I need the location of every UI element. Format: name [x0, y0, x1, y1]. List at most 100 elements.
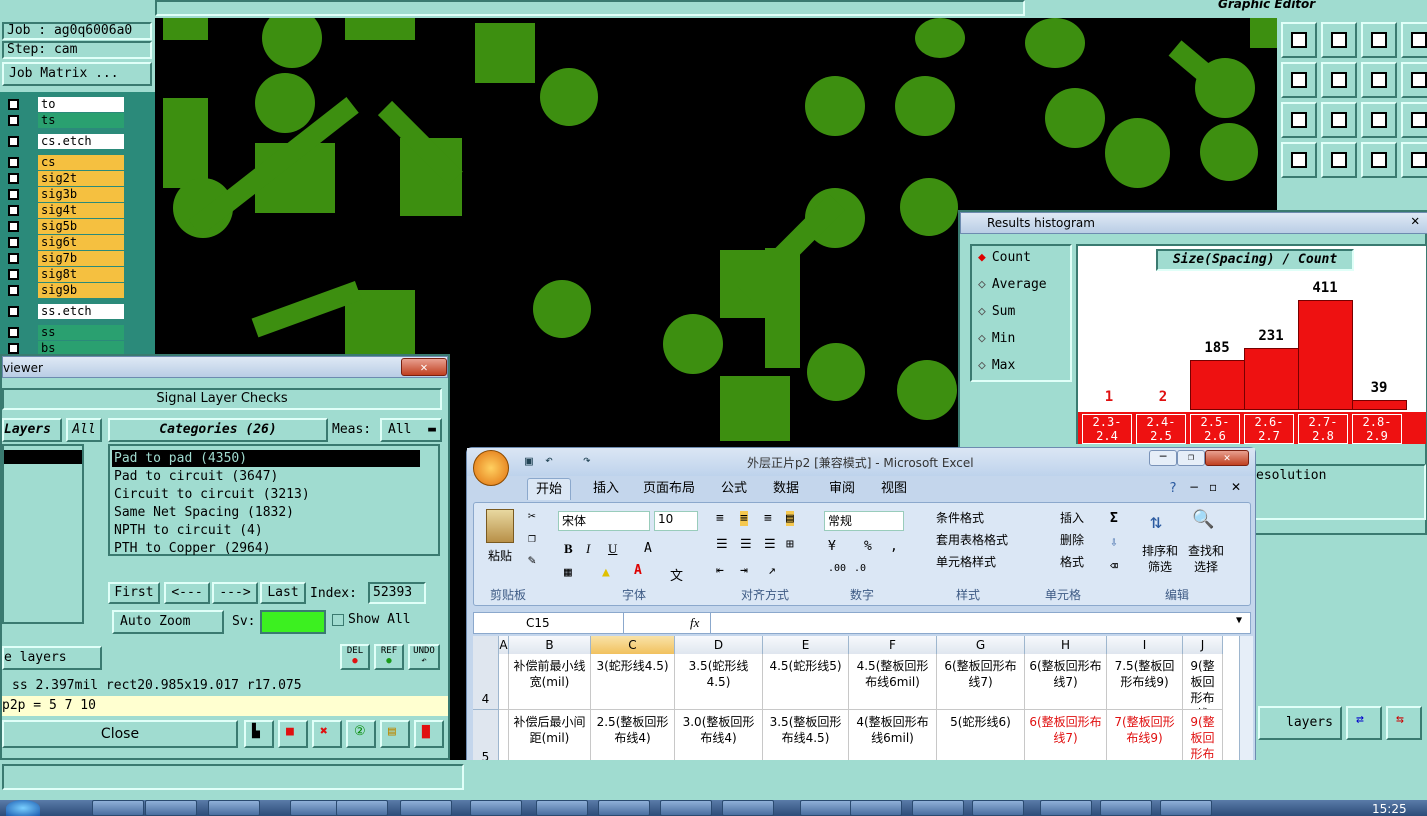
tab-5[interactable]: 审阅	[821, 478, 863, 500]
category-item[interactable]: PTH to Copper (2964)	[112, 540, 420, 557]
taskbar-app-icon[interactable]	[92, 800, 144, 816]
taskbar-app-icon[interactable]	[598, 800, 650, 816]
scale-button[interactable]	[1361, 102, 1397, 138]
swap-icon-1[interactable]: ⇄	[1346, 706, 1382, 740]
indent-decrease-icon[interactable]: ⇤	[716, 563, 724, 578]
undo-icon[interactable]: ↶	[545, 453, 553, 468]
layer-row-cs[interactable]: cs	[4, 155, 124, 170]
font-name-select[interactable]: 宋体	[558, 511, 650, 531]
taskbar-app-icon[interactable]	[470, 800, 522, 816]
chart-icon-4[interactable]: ②	[346, 720, 376, 748]
table-cell[interactable]	[499, 654, 509, 710]
layer-row-sig2t[interactable]: sig2t	[4, 171, 124, 186]
undo-button[interactable]: UNDO ↶	[408, 644, 440, 670]
sort-filter-icon[interactable]: ⇅	[1150, 509, 1162, 533]
layer-checkbox[interactable]	[8, 327, 19, 338]
taskbar-app-icon[interactable]	[536, 800, 588, 816]
layer-checkbox[interactable]	[8, 189, 19, 200]
layer-row-sig3b[interactable]: sig3b	[4, 187, 124, 202]
redo-icon[interactable]: ↷	[583, 453, 591, 468]
grow-font-icon[interactable]: A	[644, 541, 652, 556]
align-top-icon[interactable]: ≡	[716, 511, 724, 526]
column-header[interactable]: B	[509, 636, 591, 654]
next-button[interactable]: --->	[212, 582, 258, 604]
minimize-button[interactable]: ─	[1149, 450, 1177, 466]
prev-button[interactable]: <---	[164, 582, 210, 604]
fill-icon[interactable]: ⇩	[1110, 535, 1118, 550]
layer-row-sig5b[interactable]: sig5b	[4, 219, 124, 234]
ref-button[interactable]: REF ●	[374, 644, 404, 670]
category-item[interactable]: Circuit to circuit (3213)	[112, 486, 420, 503]
command-line[interactable]	[2, 764, 464, 790]
column-header[interactable]: I	[1107, 636, 1183, 654]
ribbon-restore-icon[interactable]: ▫	[1209, 480, 1217, 494]
taskbar-app-icon[interactable]	[1100, 800, 1152, 816]
taskbar-app-icon[interactable]	[336, 800, 388, 816]
tab-2[interactable]: 页面布局	[635, 478, 703, 500]
currency-icon[interactable]: ¥	[828, 539, 836, 554]
cut-icon[interactable]: ✂	[528, 509, 536, 524]
last-button[interactable]: Last	[260, 582, 306, 604]
table-cell[interactable]: 7.5(整板回形布线9)	[1107, 654, 1183, 710]
layer-row-sig6t[interactable]: sig6t	[4, 235, 124, 250]
fill-color-icon[interactable]: ▲	[602, 565, 610, 580]
option-max[interactable]: ◇ Max	[978, 358, 1015, 376]
format-painter-icon[interactable]: ✎	[528, 553, 536, 568]
taskbar-app-icon[interactable]	[208, 800, 260, 816]
taskbar-app-icon[interactable]	[145, 800, 197, 816]
percent-icon[interactable]: %	[864, 539, 872, 554]
layer-checkbox[interactable]	[8, 99, 19, 110]
column-header[interactable]: F	[849, 636, 937, 654]
wrap-text-icon[interactable]: ▤	[786, 511, 794, 526]
number-format-select[interactable]: 常规	[824, 511, 904, 531]
chart-icon-1[interactable]: ▙	[244, 720, 274, 748]
sum-icon[interactable]: Σ	[1110, 511, 1118, 526]
layer-row-ts[interactable]: ts	[4, 113, 124, 128]
category-item[interactable]: Pad to pad (4350)	[112, 450, 420, 467]
option-count[interactable]: ◆ Count	[978, 250, 1031, 268]
edit-button[interactable]	[1401, 142, 1427, 178]
align-left-icon[interactable]: ☰	[716, 537, 728, 552]
layer-checkbox[interactable]	[8, 269, 19, 280]
decrease-decimal-icon[interactable]: .0	[854, 563, 866, 574]
merge-icon[interactable]: ⊞	[786, 537, 794, 552]
underline-icon[interactable]: U	[608, 541, 617, 557]
clear-icon[interactable]: ⌫	[1110, 559, 1118, 574]
layer-checkbox[interactable]	[8, 285, 19, 296]
column-header[interactable]: A	[499, 636, 509, 654]
expand-formula-icon[interactable]: ▼	[1236, 615, 1242, 626]
table-cell[interactable]: 4.5(整板回形布线6mil)	[849, 654, 937, 710]
align-center-icon[interactable]: ☰	[740, 537, 752, 552]
layer-row-sig8t[interactable]: sig8t	[4, 267, 124, 282]
viewer-close-btn[interactable]: Close	[2, 720, 238, 748]
phonetic-icon[interactable]: 文	[670, 565, 683, 584]
column-header[interactable]: E	[763, 636, 849, 654]
chart-icon-2[interactable]: ■	[278, 720, 308, 748]
layer-checkbox[interactable]	[8, 173, 19, 184]
help-icon[interactable]: ?	[1169, 481, 1177, 496]
row-header[interactable]: 4	[473, 654, 499, 710]
font-color-icon[interactable]: A	[634, 563, 642, 578]
bold-icon[interactable]: B	[564, 541, 573, 557]
pan-button[interactable]	[1401, 22, 1427, 58]
option-sum[interactable]: ◇ Sum	[978, 304, 1015, 322]
orientation-icon[interactable]: ↗	[768, 563, 776, 578]
save-icon[interactable]: ▣	[525, 454, 533, 469]
histogram-icon[interactable]: ▇	[414, 720, 444, 748]
select-all-corner[interactable]	[473, 636, 499, 654]
tab-3[interactable]: 公式	[713, 478, 755, 500]
layer-checkbox[interactable]	[8, 157, 19, 168]
option-average[interactable]: ◇ Average	[978, 277, 1047, 295]
italic-icon[interactable]: I	[586, 541, 590, 557]
layer-row-sig7b[interactable]: sig7b	[4, 251, 124, 266]
align-middle-icon[interactable]: ≡	[740, 511, 748, 526]
categories-list[interactable]: Pad to pad (4350) Pad to circuit (3647) Ci…	[108, 444, 440, 556]
home-button[interactable]	[1361, 22, 1397, 58]
category-item[interactable]: Same Net Spacing (1832)	[112, 504, 420, 521]
left-button[interactable]	[1281, 62, 1317, 98]
taskbar-app-icon[interactable]	[1160, 800, 1212, 816]
layers-list[interactable]	[2, 444, 84, 624]
tab-0[interactable]: 开始	[527, 478, 572, 500]
meas-select[interactable]: All ▬	[380, 418, 442, 442]
sort-filter-label[interactable]: 排序和筛选	[1140, 543, 1180, 575]
